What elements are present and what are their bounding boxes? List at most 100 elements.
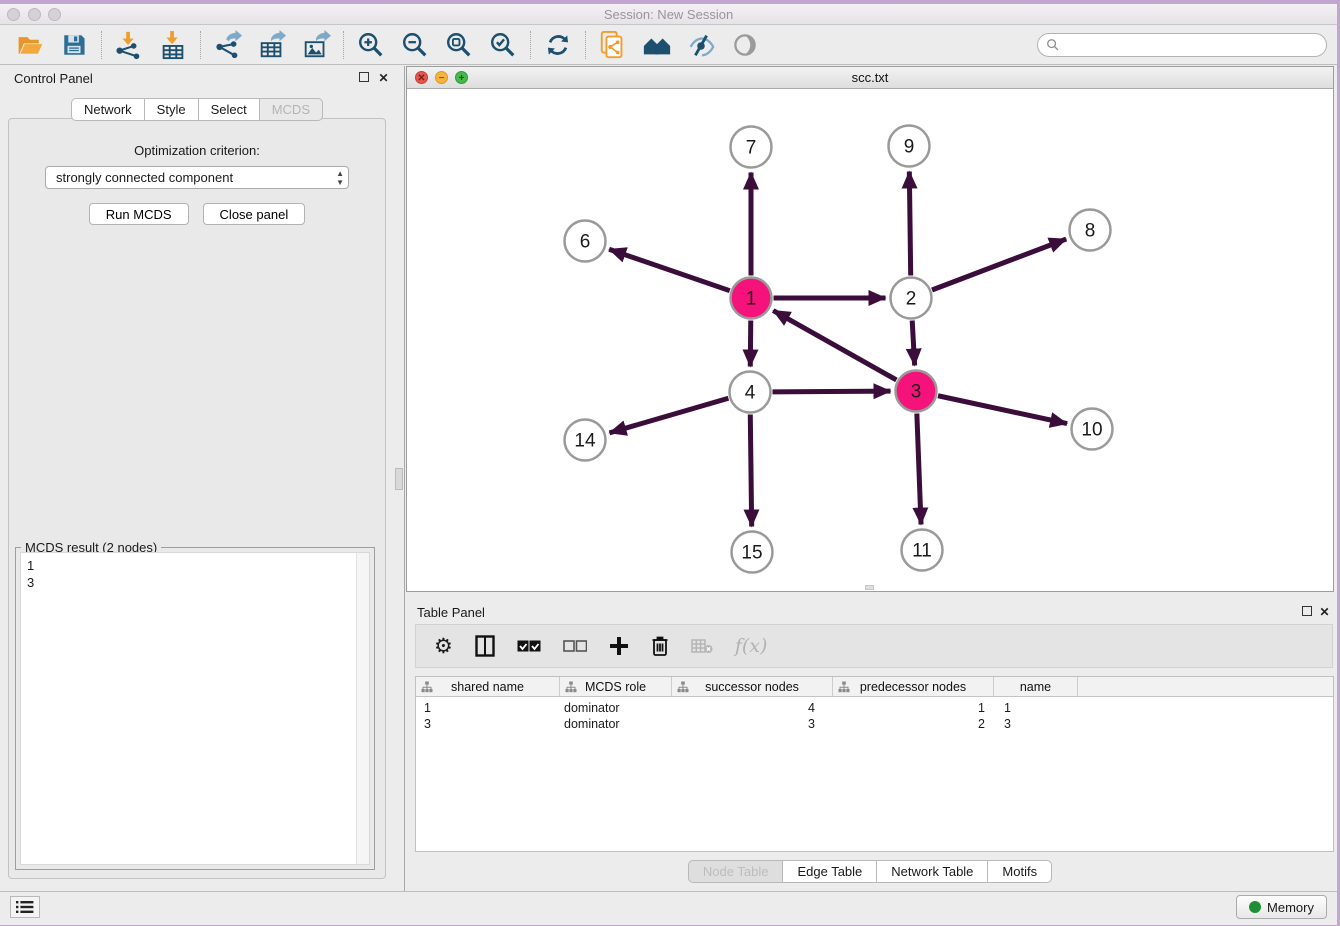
splitter-grip[interactable] bbox=[395, 468, 403, 490]
network-window-title: scc.txt bbox=[407, 70, 1333, 85]
graph-node-label-10: 10 bbox=[1081, 420, 1102, 441]
delete-table-icon[interactable] bbox=[691, 633, 713, 659]
export-image-icon[interactable] bbox=[301, 30, 331, 60]
graph-edge-4-14[interactable] bbox=[609, 398, 728, 433]
network-from-file-icon[interactable] bbox=[598, 30, 628, 60]
graph-node-label-11: 11 bbox=[912, 541, 932, 562]
hierarchy-icon bbox=[421, 681, 433, 693]
graph-node-label-14: 14 bbox=[574, 431, 596, 452]
list-icon bbox=[16, 900, 34, 914]
network-window-titlebar[interactable]: ✕ − + scc.txt bbox=[407, 67, 1333, 89]
open-file-icon[interactable] bbox=[15, 30, 45, 60]
zoom-selected-icon[interactable] bbox=[488, 30, 518, 60]
memory-status-icon bbox=[1249, 901, 1261, 913]
node-table-header: shared name MCDS role successor nodes pr… bbox=[416, 677, 1333, 697]
optimization-criterion-select[interactable]: strongly connected component ▲▼ bbox=[45, 166, 349, 189]
column-header-name[interactable]: name bbox=[994, 677, 1078, 696]
unselect-all-checkboxes-icon[interactable] bbox=[563, 633, 587, 659]
column-header-successor-nodes[interactable]: successor nodes bbox=[672, 677, 833, 696]
control-panel-tabs: Network Style Select MCDS bbox=[0, 98, 394, 121]
column-header-mcds-role[interactable]: MCDS role bbox=[560, 677, 672, 696]
import-network-icon[interactable] bbox=[114, 30, 144, 60]
panel-splitter-vertical[interactable] bbox=[394, 66, 406, 891]
mcds-result-list[interactable]: 1 3 bbox=[20, 552, 370, 865]
graph-edge-2-9[interactable] bbox=[909, 171, 910, 275]
tab-edge-table[interactable]: Edge Table bbox=[782, 860, 876, 883]
show-columns-icon[interactable] bbox=[475, 633, 495, 659]
zoom-out-icon[interactable] bbox=[400, 30, 430, 60]
tab-node-table[interactable]: Node Table bbox=[688, 860, 783, 883]
search-input[interactable] bbox=[1060, 36, 1326, 54]
export-table-icon[interactable] bbox=[257, 30, 287, 60]
result-scrollbar[interactable] bbox=[356, 553, 369, 864]
select-arrows-icon: ▲▼ bbox=[336, 169, 344, 187]
network-resize-grip[interactable] bbox=[865, 585, 874, 590]
export-network-icon[interactable] bbox=[213, 30, 243, 60]
close-table-panel-icon[interactable]: ✕ bbox=[1318, 606, 1331, 619]
table-tabs: Node Table Edge Table Network Table Moti… bbox=[406, 860, 1334, 883]
network-canvas[interactable]: 7968124314101511 bbox=[407, 89, 1333, 591]
refresh-icon[interactable] bbox=[543, 30, 573, 60]
tab-network-table[interactable]: Network Table bbox=[876, 860, 987, 883]
task-history-button[interactable] bbox=[10, 896, 40, 918]
graph-node-label-4: 4 bbox=[745, 383, 756, 404]
hide-selected-icon[interactable] bbox=[686, 30, 716, 60]
network-graph-svg: 7968124314101511 bbox=[407, 89, 1333, 591]
graph-edge-2-3[interactable] bbox=[912, 320, 914, 365]
status-bar: Memory bbox=[0, 891, 1337, 921]
toolbar-separator bbox=[200, 31, 201, 59]
optimization-criterion-value: strongly connected component bbox=[56, 170, 233, 185]
graph-node-label-2: 2 bbox=[906, 289, 917, 310]
graph-edge-2-8[interactable] bbox=[932, 239, 1066, 290]
save-session-icon[interactable] bbox=[59, 30, 89, 60]
graph-edge-3-1[interactable] bbox=[773, 311, 896, 380]
delete-column-icon[interactable] bbox=[651, 633, 669, 659]
run-mcds-button[interactable]: Run MCDS bbox=[89, 203, 189, 225]
float-panel-icon[interactable] bbox=[357, 72, 370, 85]
table-panel-title: Table Panel bbox=[417, 605, 485, 620]
table-panel: Table Panel ✕ ⚙ f(x) shared name bbox=[406, 600, 1334, 891]
add-column-icon[interactable] bbox=[609, 633, 629, 659]
graph-edge-3-11[interactable] bbox=[917, 413, 921, 524]
zoom-in-icon[interactable] bbox=[356, 30, 386, 60]
tab-motifs[interactable]: Motifs bbox=[987, 860, 1052, 883]
zoom-fit-icon[interactable] bbox=[444, 30, 474, 60]
table-row[interactable]: 1 dominator 4 1 1 bbox=[416, 700, 1333, 716]
select-all-checkboxes-icon[interactable] bbox=[517, 633, 541, 659]
search-icon bbox=[1046, 38, 1060, 52]
graph-edge-1-6[interactable] bbox=[609, 249, 730, 290]
home-layout-icon[interactable] bbox=[642, 30, 672, 60]
graph-node-label-15: 15 bbox=[741, 543, 762, 564]
close-panel-button[interactable]: Close panel bbox=[203, 203, 306, 225]
panel-splitter-horizontal[interactable] bbox=[406, 592, 1337, 600]
memory-button[interactable]: Memory bbox=[1236, 895, 1327, 919]
table-options-gear-icon[interactable]: ⚙ bbox=[434, 633, 453, 659]
toolbar-separator bbox=[101, 31, 102, 59]
main-toolbar bbox=[0, 26, 1337, 65]
network-view-window: ✕ − + scc.txt 7968124314101511 bbox=[406, 66, 1334, 592]
column-header-shared-name[interactable]: shared name bbox=[416, 677, 560, 696]
graph-edge-4-15[interactable] bbox=[750, 414, 751, 526]
tab-style[interactable]: Style bbox=[144, 98, 198, 121]
graph-node-label-8: 8 bbox=[1085, 221, 1096, 242]
tab-mcds[interactable]: MCDS bbox=[259, 98, 323, 121]
graph-edge-3-10[interactable] bbox=[938, 396, 1067, 424]
float-table-panel-icon[interactable] bbox=[1300, 606, 1313, 619]
column-header-predecessor-nodes[interactable]: predecessor nodes bbox=[833, 677, 994, 696]
hierarchy-icon bbox=[677, 681, 689, 693]
close-panel-icon[interactable]: ✕ bbox=[377, 72, 390, 85]
search-field[interactable] bbox=[1037, 33, 1327, 57]
app-titlebar: Session: New Session bbox=[0, 4, 1337, 25]
table-row[interactable]: 3 dominator 3 2 3 bbox=[416, 716, 1333, 732]
function-builder-icon[interactable]: f(x) bbox=[735, 633, 768, 659]
toolbar-separator bbox=[530, 31, 531, 59]
show-all-icon[interactable] bbox=[730, 30, 760, 60]
mcds-panel-body: Optimization criterion: strongly connect… bbox=[8, 118, 386, 879]
graph-edge-4-3[interactable] bbox=[772, 391, 890, 392]
toolbar-separator bbox=[585, 31, 586, 59]
app-title: Session: New Session bbox=[0, 7, 1337, 22]
optimization-criterion-label: Optimization criterion: bbox=[9, 143, 385, 158]
import-table-icon[interactable] bbox=[158, 30, 188, 60]
tab-select[interactable]: Select bbox=[198, 98, 259, 121]
tab-network[interactable]: Network bbox=[71, 98, 144, 121]
